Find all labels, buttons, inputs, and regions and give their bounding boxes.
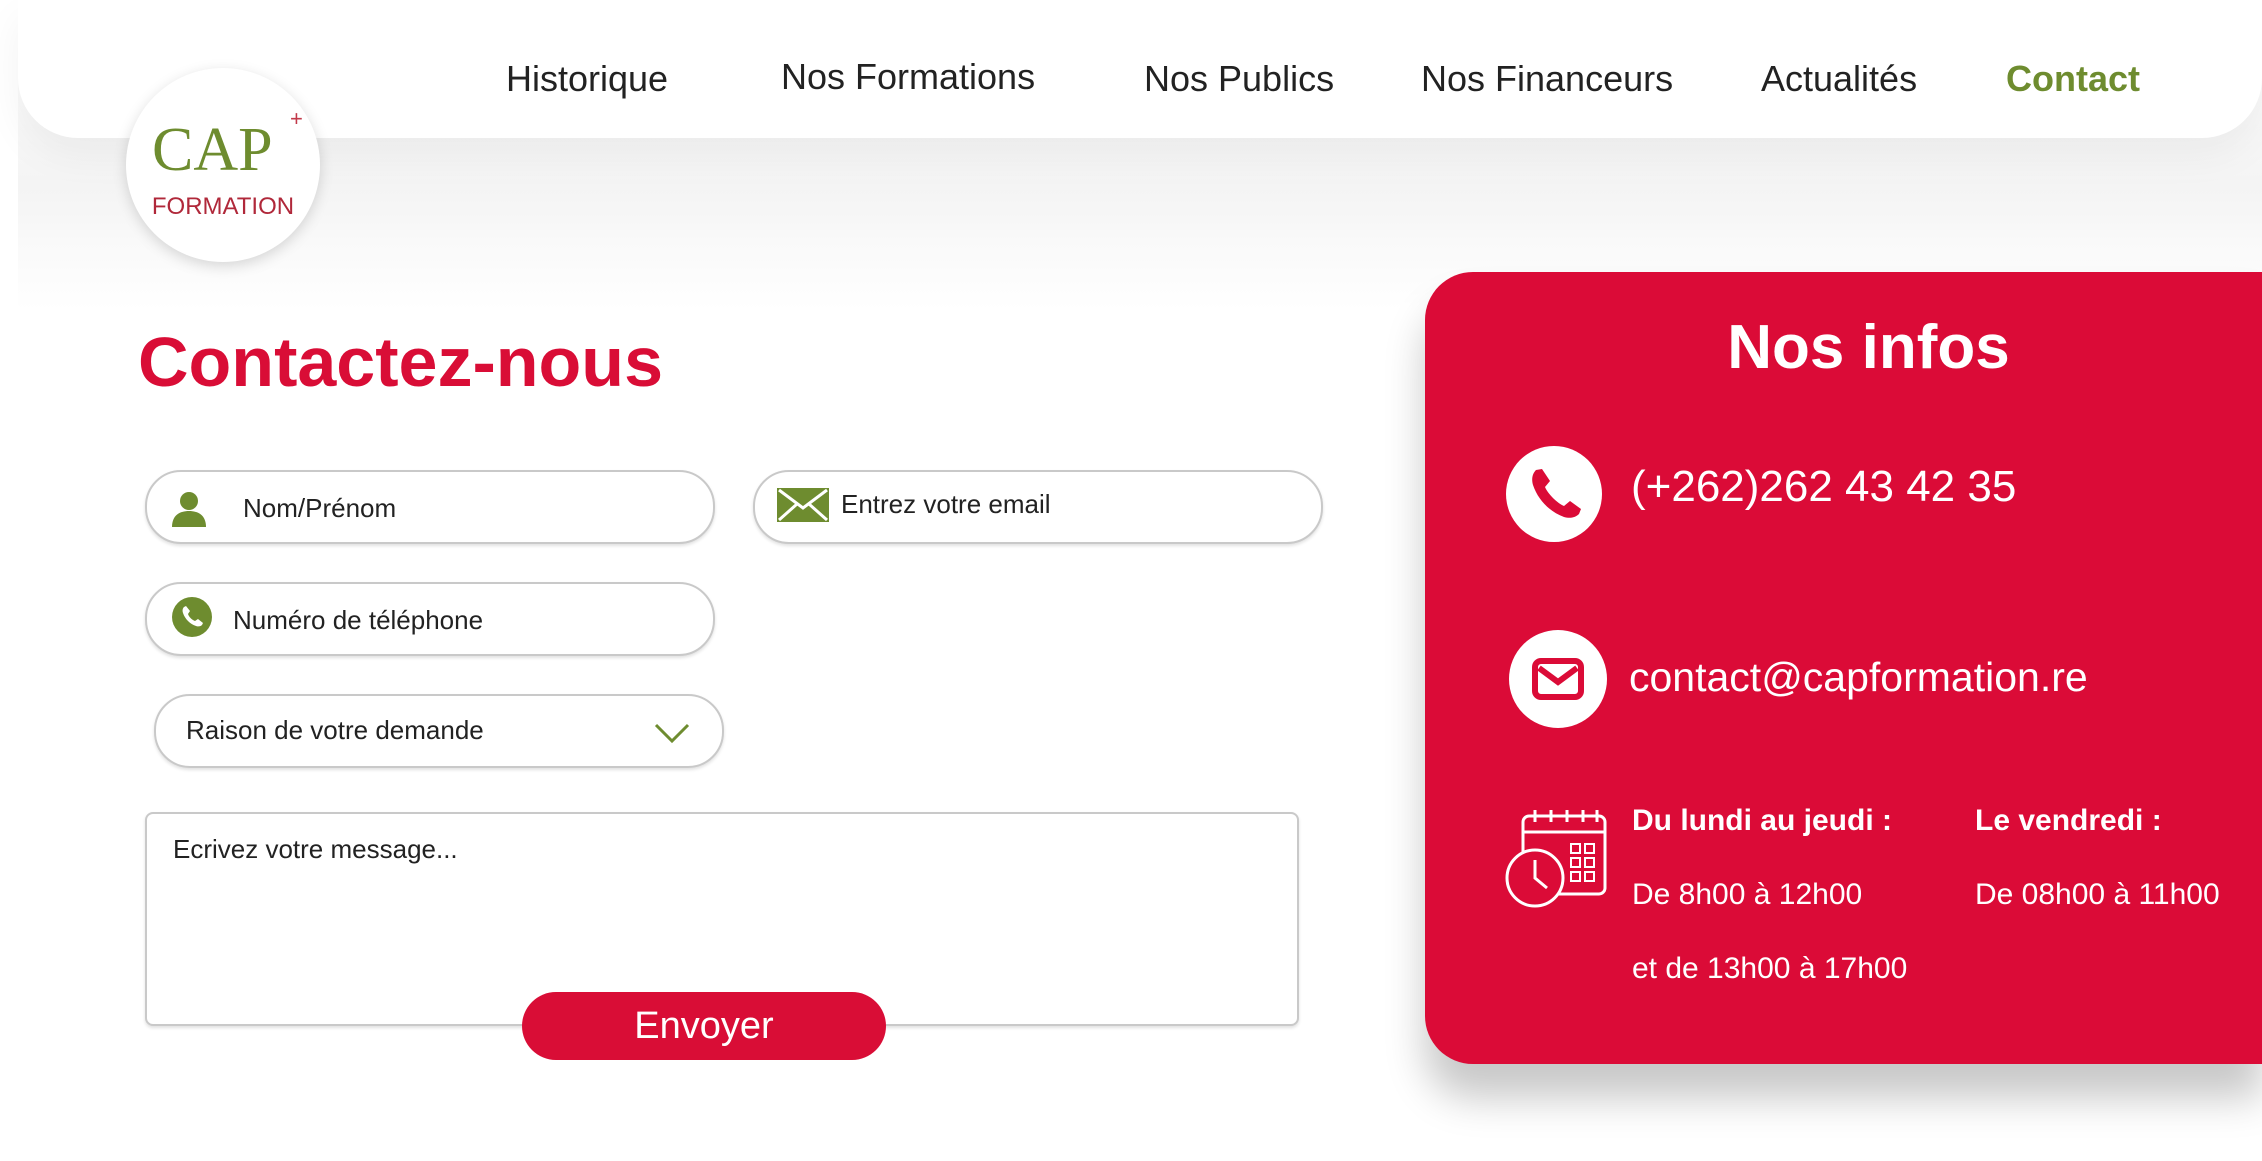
logo-cap-text: CAP [152,116,273,184]
friday-hours: De 08h00 à 11h00 [1975,878,2220,911]
phone-field[interactable]: Numéro de téléphone [145,582,715,656]
info-card: Nos infos (+262)262 43 42 35 contact@cap… [1425,272,2262,1064]
nav-nos-financeurs[interactable]: Nos Financeurs [1421,58,1673,100]
phone-icon [171,596,213,643]
cap-formation-logo[interactable]: CAP + FORMATION [126,68,320,262]
envelope-icon [777,488,829,527]
reason-placeholder: Raison de votre demande [186,715,484,745]
weekdays-afternoon: et de 13h00 à 17h00 [1632,952,1908,985]
weekdays-label: Du lundi au jeudi : [1632,804,1892,837]
friday-label: Le vendredi : [1975,804,2162,837]
page-title: Contactez-nous [138,323,663,401]
phone-placeholder: Numéro de téléphone [233,605,484,635]
logo-plus-text: + [290,106,303,131]
nav-historique[interactable]: Historique [506,58,668,100]
mail-icon [1509,630,1607,728]
nav-nos-publics[interactable]: Nos Publics [1144,58,1334,100]
nav-actualites[interactable]: Actualités [1761,58,1917,100]
email-field[interactable]: Entrez votre email [753,470,1323,544]
nav-nos-formations[interactable]: Nos Formations [781,56,1035,98]
user-icon [169,490,209,533]
chevron-down-icon [654,722,690,749]
name-placeholder: Nom/Prénom [243,493,397,523]
phone-icon [1506,446,1602,542]
info-title: Nos infos [1727,313,2010,382]
send-button[interactable]: Envoyer [522,992,886,1060]
email-placeholder: Entrez votre email [841,489,1051,519]
logo-formation-text: FORMATION [152,193,294,220]
weekdays-morning: De 8h00 à 12h00 [1632,878,1863,911]
nav-contact[interactable]: Contact [2006,58,2140,100]
nav-bar [18,0,2262,138]
name-field[interactable]: Nom/Prénom [145,470,715,544]
info-email[interactable]: contact@capformation.re [1629,654,2088,701]
calendar-clock-icon [1503,808,1609,915]
info-phone[interactable]: (+262)262 43 42 35 [1631,462,2016,512]
message-placeholder: Ecrivez votre message... [173,834,458,864]
reason-select[interactable]: Raison de votre demande [154,694,724,768]
